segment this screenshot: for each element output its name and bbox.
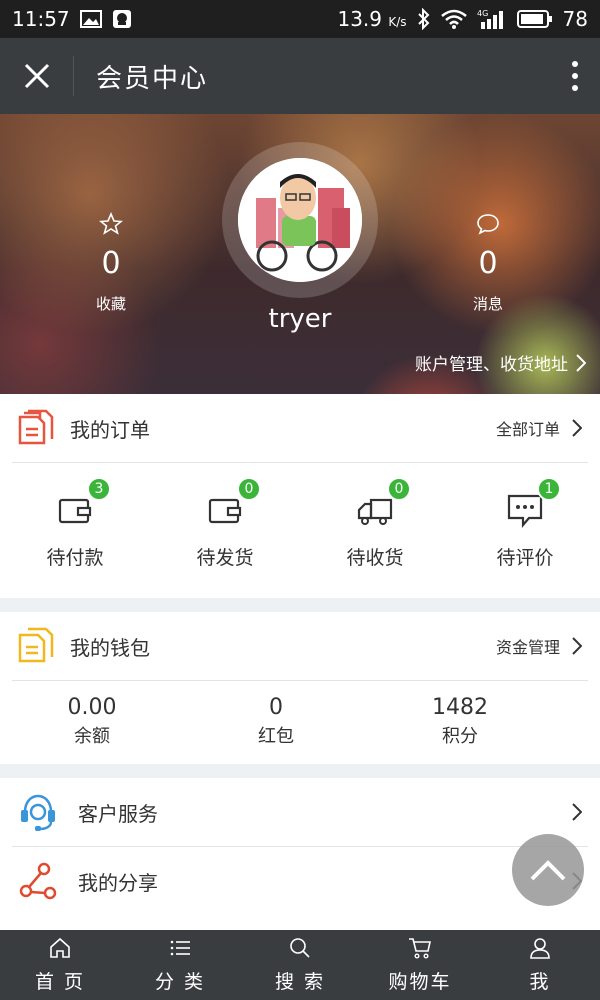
pending-receipt-badge: 0: [387, 477, 411, 501]
order-status-row: 3 待付款 0 待发货 0 待收货 1 待评价: [0, 463, 600, 597]
tab-label: 我: [529, 970, 551, 993]
points-value: 1482: [432, 695, 488, 720]
balance-stat[interactable]: 0.00 余额: [0, 681, 184, 765]
my-share-row[interactable]: 我的分享: [0, 847, 600, 915]
pending-shipment-badge: 0: [237, 477, 261, 501]
favorites-count: 0: [101, 246, 121, 281]
avatar-ring: [222, 142, 378, 298]
tab-search[interactable]: 搜 索: [240, 930, 360, 1000]
fund-management-link[interactable]: 资金管理: [496, 634, 582, 658]
account-management-link[interactable]: 账户管理、收货地址: [415, 350, 586, 375]
app-notification-icon: [112, 9, 132, 29]
order-pending-review[interactable]: 1 待评价: [450, 463, 600, 597]
tab-me[interactable]: 我: [480, 930, 600, 1000]
close-button[interactable]: [0, 56, 74, 96]
wallet-icon: [208, 498, 242, 524]
red-packet-label: 红包: [258, 726, 294, 747]
more-menu-button[interactable]: [550, 38, 600, 114]
tab-label: 分 类: [154, 970, 206, 993]
share-icon: [19, 862, 57, 900]
cart-icon: [409, 937, 431, 959]
points-stat[interactable]: 1482 积分: [368, 681, 552, 765]
wallet-stats-row: 0.00 余额 0 红包 1482 积分: [0, 681, 600, 765]
tab-category[interactable]: 分 类: [120, 930, 240, 1000]
star-icon: [98, 211, 124, 235]
favorites-stat[interactable]: 0 收藏: [61, 211, 161, 314]
my-share-label: 我的分享: [78, 870, 158, 895]
chevron-up-icon: [530, 860, 566, 881]
bottom-nav: 首 页 分 类 搜 索 购物车 我: [0, 930, 600, 1000]
tab-label: 搜 索: [274, 970, 326, 993]
comment-icon: [507, 494, 543, 528]
back-to-top-button[interactable]: [512, 834, 584, 906]
all-orders-link[interactable]: 全部订单: [496, 416, 582, 440]
image-notification-icon: [79, 10, 102, 28]
wallet-title: 我的钱包: [70, 635, 150, 660]
favorites-label: 收藏: [95, 295, 126, 313]
order-pending-receipt[interactable]: 0 待收货: [300, 463, 450, 597]
order-pending-shipment[interactable]: 0 待发货: [150, 463, 300, 597]
chevron-right-icon: [572, 637, 582, 655]
battery-level: 78: [562, 7, 588, 31]
profile-header: 0 收藏 tryer 0 消息 账户管理、收货地址: [0, 114, 600, 394]
network-speed: 13.9 K/s: [337, 7, 407, 31]
message-icon: [477, 214, 499, 235]
tab-cart[interactable]: 购物车: [360, 930, 480, 1000]
wallet-document-icon: [18, 627, 54, 663]
list-icon: [170, 940, 190, 955]
messages-stat[interactable]: 0 消息: [438, 212, 538, 314]
balance-value: 0.00: [67, 695, 117, 720]
order-label: 待收货: [346, 547, 404, 569]
username: tryer: [268, 304, 332, 334]
bluetooth-icon: [417, 8, 431, 30]
red-packet-stat[interactable]: 0 红包: [184, 681, 368, 765]
messages-label: 消息: [472, 295, 503, 313]
services-section: 客户服务 我的分享: [0, 778, 600, 930]
wallet-header[interactable]: 我的钱包 资金管理: [0, 612, 600, 680]
user-icon: [530, 937, 550, 959]
home-icon: [50, 937, 70, 958]
points-label: 积分: [442, 726, 478, 747]
order-document-icon: [18, 409, 54, 445]
status-time: 11:57: [12, 7, 70, 31]
order-pending-payment[interactable]: 3 待付款: [0, 463, 150, 597]
battery-icon: [516, 9, 553, 29]
fund-management-label: 资金管理: [495, 638, 560, 657]
orders-section: 我的订单 全部订单 3 待付款 0 待发货 0 待收货 1 待评价: [0, 394, 600, 598]
chevron-right-icon: [572, 803, 582, 821]
page-title: 会员中心: [96, 63, 209, 94]
delivery-truck-icon: [357, 498, 393, 525]
customer-service-row[interactable]: 客户服务: [0, 778, 600, 846]
pending-review-badge: 1: [537, 477, 561, 501]
wifi-icon: [440, 9, 467, 29]
nav-bar: 会员中心: [0, 38, 600, 114]
tab-label: 首 页: [34, 970, 86, 993]
headset-icon: [21, 794, 55, 831]
svg-text:4G: 4G: [477, 9, 488, 18]
wallet-section: 我的钱包 资金管理 0.00 余额 0 红包 1482 积分: [0, 612, 600, 764]
tab-label: 购物车: [388, 970, 452, 993]
order-label: 待评价: [496, 547, 554, 569]
customer-service-label: 客户服务: [78, 801, 158, 826]
orders-title: 我的订单: [70, 417, 150, 442]
orders-header[interactable]: 我的订单 全部订单: [0, 394, 600, 462]
chevron-right-icon: [572, 419, 582, 437]
order-label: 待付款: [46, 547, 104, 569]
cellular-signal-icon: 4G: [477, 8, 507, 30]
wallet-icon: [58, 498, 92, 524]
all-orders-label: 全部订单: [495, 420, 560, 439]
close-icon: [24, 63, 49, 89]
search-icon: [290, 937, 310, 958]
balance-label: 余额: [74, 726, 110, 747]
account-link-label: 账户管理、收货地址: [415, 355, 568, 375]
more-vertical-icon: [572, 61, 578, 91]
order-label: 待发货: [196, 547, 254, 569]
red-packet-value: 0: [269, 695, 283, 720]
messages-count: 0: [478, 246, 498, 281]
chevron-right-icon: [576, 353, 586, 372]
avatar[interactable]: [238, 158, 362, 282]
status-bar: 11:57 13.9 K/s 4G 78: [0, 0, 600, 38]
tab-home[interactable]: 首 页: [0, 930, 120, 1000]
pending-payment-badge: 3: [87, 477, 111, 501]
